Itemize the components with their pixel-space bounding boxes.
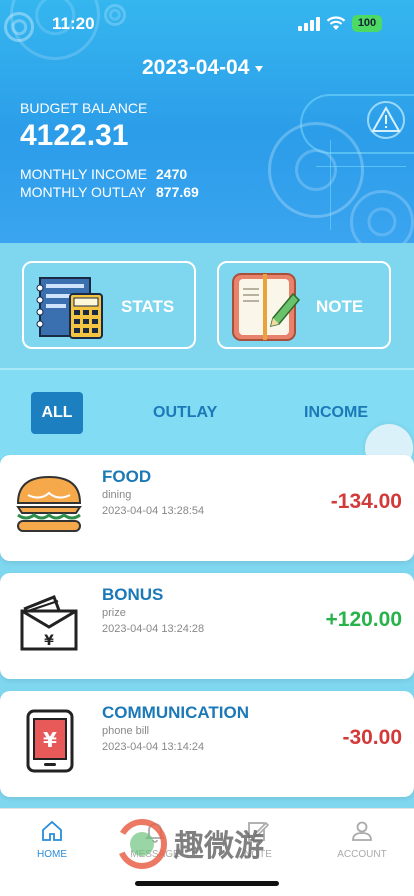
transaction-title: BONUS bbox=[102, 585, 164, 604]
transaction-time: 2023-04-04 13:24:28 bbox=[102, 623, 205, 635]
budget-balance-label: BUDGET BALANCE bbox=[20, 100, 148, 116]
wifi-icon bbox=[326, 16, 346, 30]
transaction-category: prize bbox=[102, 607, 126, 619]
stats-label: STATS bbox=[121, 297, 175, 316]
svg-text:¥: ¥ bbox=[43, 728, 57, 752]
note-button[interactable]: NOTE bbox=[217, 261, 391, 349]
transaction-category: phone bill bbox=[102, 725, 150, 737]
transaction-title: COMMUNICATION bbox=[102, 703, 249, 722]
gear-decoration bbox=[350, 190, 414, 243]
home-icon bbox=[42, 820, 62, 841]
budget-balance-value: 4122.31 bbox=[20, 119, 129, 152]
watermark-logo: 趣微游 bbox=[117, 819, 264, 869]
transaction-amount: +120.00 bbox=[325, 608, 403, 631]
chevron-down-icon bbox=[255, 66, 264, 72]
transaction-item[interactable]: ¥ BONUS prize 2023-04-04 13:24:28 +120.0… bbox=[0, 573, 414, 679]
nav-account-label: ACCOUNT bbox=[337, 849, 387, 860]
stats-button[interactable]: STATS bbox=[22, 261, 196, 349]
tab-all[interactable]: ALL bbox=[31, 392, 83, 434]
transaction-item[interactable]: ¥ COMMUNICATION phone bill 2023-04-04 13… bbox=[0, 691, 414, 797]
monthly-income-value: 2470 bbox=[156, 166, 188, 182]
status-bar: 11:20 100 bbox=[0, 0, 414, 48]
home-indicator bbox=[135, 881, 279, 886]
notebook-icon bbox=[232, 273, 301, 341]
circuit-decoration bbox=[330, 140, 331, 230]
money-envelope-icon: ¥ bbox=[20, 595, 78, 651]
monthly-outlay-label: MONTHLY OUTLAY bbox=[20, 184, 147, 200]
tab-outlay[interactable]: OUTLAY bbox=[153, 404, 217, 422]
burger-icon bbox=[16, 475, 82, 532]
warning-icon bbox=[367, 101, 405, 139]
tab-income[interactable]: INCOME bbox=[304, 404, 368, 422]
user-icon bbox=[352, 821, 372, 841]
monthly-outlay-value: 877.69 bbox=[156, 184, 199, 200]
nav-home-label: HOME bbox=[37, 849, 67, 860]
selected-date: 2023-04-04 bbox=[142, 56, 250, 79]
nav-account[interactable]: ACCOUNT bbox=[322, 819, 402, 860]
phone-bill-icon: ¥ bbox=[26, 709, 74, 773]
transaction-time: 2023-04-04 13:14:24 bbox=[102, 741, 205, 753]
svg-text:¥: ¥ bbox=[44, 633, 54, 649]
status-time: 11:20 bbox=[52, 14, 95, 33]
cellular-signal-icon bbox=[298, 17, 320, 31]
transaction-amount: -134.00 bbox=[330, 490, 402, 513]
monthly-income-label: MONTHLY INCOME bbox=[20, 166, 148, 182]
transaction-amount: -30.00 bbox=[342, 726, 402, 749]
transaction-time: 2023-04-04 13:28:54 bbox=[102, 505, 205, 517]
watermark-text: 趣微游 bbox=[174, 829, 264, 864]
date-picker[interactable]: 2023-04-04 bbox=[142, 55, 264, 81]
battery-icon: 100 bbox=[352, 15, 382, 32]
transaction-title: FOOD bbox=[102, 467, 152, 486]
header-banner: 11:20 100 2023-04-04 BUDGET BALANCE 4122… bbox=[0, 0, 414, 243]
transaction-category: dining bbox=[102, 489, 132, 501]
note-label: NOTE bbox=[316, 297, 364, 316]
transaction-item[interactable]: FOOD dining 2023-04-04 13:28:54 -134.00 bbox=[0, 455, 414, 561]
stats-report-icon bbox=[36, 277, 103, 339]
nav-home[interactable]: HOME bbox=[12, 819, 92, 860]
